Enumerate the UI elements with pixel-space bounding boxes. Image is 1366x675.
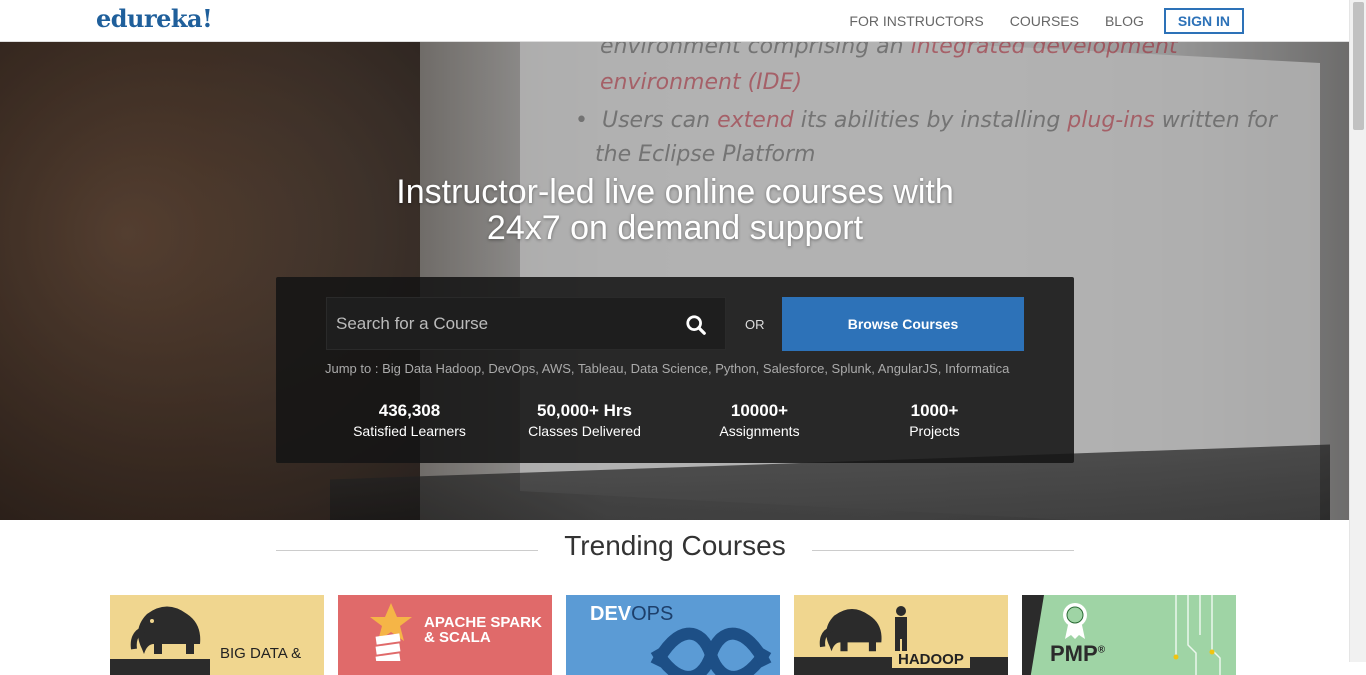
headline-line-2: 24x7 on demand support — [486, 209, 864, 247]
top-header: edureka! FOR INSTRUCTORS COURSES BLOG SI… — [0, 0, 1349, 42]
card-title: PMP® — [1050, 641, 1105, 667]
pmp-badge-icon — [1063, 603, 1087, 639]
trending-cards: BIG DATA & APACHE SPARK & SCALA DEVOPS H… — [110, 595, 1250, 675]
nav-courses[interactable]: COURSES — [1010, 8, 1079, 34]
trending-header: Trending Courses — [276, 530, 1074, 570]
stat-label: Satisfied Learners — [353, 423, 466, 439]
course-card-pmp[interactable]: PMP® — [1022, 595, 1236, 675]
divider-right — [812, 550, 1074, 551]
card-title-ops: OPS — [631, 603, 674, 625]
card-title: DEVOPS — [590, 603, 673, 626]
stat-label: Projects — [909, 423, 960, 439]
spark-star-icon — [370, 603, 412, 661]
course-search-input[interactable] — [327, 298, 672, 349]
course-card-big-data[interactable]: BIG DATA & — [110, 595, 324, 675]
stat-assignments: 10000+ Assignments — [672, 401, 847, 441]
trending-title: Trending Courses — [564, 530, 786, 561]
circuit-lines-icon — [1173, 595, 1221, 675]
stat-value: 10000+ — [730, 401, 789, 420]
course-card-spark-scala[interactable]: APACHE SPARK & SCALA — [338, 595, 552, 675]
nav-blog[interactable]: BLOG — [1105, 8, 1144, 34]
hero-headline: Instructor-led live online courses with … — [276, 174, 1074, 246]
elephant-icon — [819, 609, 882, 652]
edureka-logo[interactable]: edureka! — [96, 4, 213, 33]
nav-for-instructors[interactable]: FOR INSTRUCTORS — [849, 8, 983, 34]
stat-hours: 50,000+ Hrs Classes Delivered — [497, 401, 672, 441]
stat-value: 436,308 — [378, 401, 441, 420]
stat-learners: 436,308 Satisfied Learners — [322, 401, 497, 441]
headline-line-1: Instructor-led live online courses with — [396, 173, 954, 211]
search-panel: OR Browse Courses Jump to : Big Data Had… — [276, 277, 1074, 463]
stat-value: 1000+ — [910, 401, 959, 420]
card-title-pmp: PMP — [1050, 641, 1098, 666]
stat-projects: 1000+ Projects — [847, 401, 1022, 441]
stats-row: 436,308 Satisfied Learners 50,000+ Hrs C… — [322, 401, 1022, 441]
search-icon[interactable] — [685, 314, 707, 336]
hero-banner: environment comprising an integrated dev… — [0, 42, 1349, 520]
top-nav: FOR INSTRUCTORS COURSES BLOG SIGN IN — [823, 8, 1244, 34]
scrollbar-thumb[interactable] — [1353, 2, 1364, 130]
card-title: HADOOP — [892, 651, 970, 668]
card-title: APACHE SPARK & SCALA — [424, 615, 542, 645]
infinity-icon — [650, 627, 772, 675]
person-icon — [895, 606, 907, 657]
card-title-sup: ® — [1097, 644, 1106, 656]
sign-in-button[interactable]: SIGN IN — [1163, 8, 1244, 34]
card-title-line2: & SCALA — [424, 629, 491, 646]
or-label: OR — [745, 317, 765, 332]
card-title-dev: DEV — [590, 603, 632, 625]
stat-label: Assignments — [719, 423, 800, 439]
jump-to-links[interactable]: Jump to : Big Data Hadoop, DevOps, AWS, … — [325, 361, 1025, 376]
stat-label: Classes Delivered — [528, 423, 641, 439]
card-title: BIG DATA & — [220, 645, 302, 662]
page-scrollbar[interactable] — [1349, 0, 1366, 662]
course-card-devops[interactable]: DEVOPS — [566, 595, 780, 675]
browse-courses-button[interactable]: Browse Courses — [782, 297, 1024, 351]
card-stripe — [110, 659, 210, 675]
stat-value: 50,000+ Hrs — [537, 401, 632, 420]
card-stripe — [1022, 595, 1044, 675]
card-title-line1: APACHE SPARK — [424, 614, 542, 631]
elephant-icon — [130, 606, 201, 654]
course-card-hadoop[interactable]: HADOOP — [794, 595, 1008, 675]
search-box — [326, 297, 726, 350]
